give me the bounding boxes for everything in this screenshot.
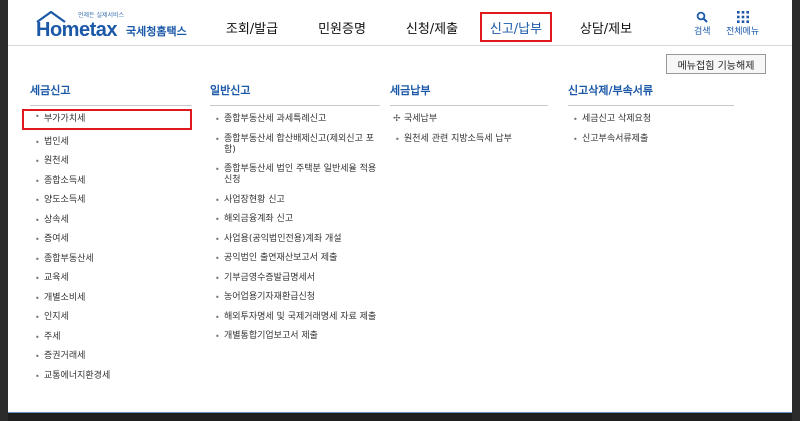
grid-menu-icon — [736, 10, 749, 24]
menu-item-vat[interactable]: • 부가가치세 — [22, 109, 192, 130]
mega-menu-panel: 언제든 실제서비스 Hometax 국세청홈택스 조회/발급 민원증명 신청/제… — [8, 0, 792, 413]
site-header: 언제든 실제서비스 Hometax 국세청홈택스 조회/발급 민원증명 신청/제… — [8, 0, 792, 46]
menu-item-local-income-tax-payment[interactable]: • 원천세 관련 지방소득세 납부 — [390, 134, 548, 145]
all-menu-button[interactable]: 전체메뉴 — [726, 10, 759, 37]
menu-item-stamp-tax[interactable]: • 인지세 — [30, 312, 192, 323]
menu-column-delete-attachments: 신고삭제/부속서류 • 세금신고 삭제요청 • 신고부속서류제출 — [568, 82, 734, 153]
nav-item-consultation[interactable]: 상담/제보 — [568, 14, 644, 40]
menu-item-integrated-company-report[interactable]: • 개별통합기업보고서 제출 — [210, 331, 380, 342]
menu-item-national-tax-payment[interactable]: ✢ 국세납부 — [390, 114, 548, 125]
menu-item-energy-tax[interactable]: • 교통에너지환경세 — [30, 371, 192, 382]
menu-item-business-account-opening[interactable]: • 사업용(공익법인전용)계좌 개설 — [210, 234, 380, 245]
menu-item-overseas-investment-submission[interactable]: • 해외투자명세 및 국제거래명세 자료 제출 — [210, 312, 380, 323]
menu-item-capital-gains-tax[interactable]: • 양도소득세 — [30, 195, 192, 206]
menu-item-agri-equipment-refund[interactable]: • 농어업용기자재환급신청 — [210, 292, 380, 303]
menu-item-education-tax[interactable]: • 교육세 — [30, 273, 192, 284]
menu-item-excise-tax[interactable]: • 개별소비세 — [30, 293, 192, 304]
window-border-left — [0, 0, 8, 421]
search-label: 검색 — [694, 27, 711, 37]
logo-brand-text: Hometax — [36, 19, 117, 41]
nav-item-filing-payment[interactable]: 신고/납부 — [480, 12, 552, 42]
menu-item-property-exclusion-filing[interactable]: • 종합부동산세 합산배제신고(제외신고 포함) — [210, 134, 380, 156]
menu-column-tax-filing: 세금신고 • 부가가치세 • 법인세 • 원천세 • 종합소득세 • 양도소득세 • 상속세… — [22, 82, 192, 390]
search-button[interactable]: 검색 — [694, 10, 711, 37]
menu-item-overseas-account-report[interactable]: • 해외금융계좌 신고 — [210, 214, 380, 225]
menu-item-liquor-tax[interactable]: • 주세 — [30, 332, 192, 343]
menu-column-tax-payment: 세금납부 ✢ 국세납부 • 원천세 관련 지방소득세 납부 — [390, 82, 548, 153]
nav-item-certificates[interactable]: 민원증명 — [304, 14, 380, 40]
column-title: 신고삭제/부속서류 — [568, 82, 734, 106]
nav-item-application[interactable]: 신청/제출 — [394, 14, 470, 40]
menu-item-delete-request[interactable]: • 세금신고 삭제요청 — [568, 114, 734, 125]
menu-item-business-status-report[interactable]: • 사업장현황 신고 — [210, 195, 380, 206]
menu-column-general-filing: 일반신고 • 종합부동산세 과세특례신고 • 종합부동산세 합산배제신고(제외신고 … — [210, 82, 380, 351]
menu-item-income-tax[interactable]: • 종합소득세 — [30, 176, 192, 187]
window-border-bottom — [8, 412, 792, 421]
column-title: 일반신고 — [210, 82, 380, 106]
column-title: 세금납부 — [390, 82, 548, 106]
menu-item-attachment-submission[interactable]: • 신고부속서류제출 — [568, 134, 734, 145]
expand-plus-icon: ✢ — [393, 114, 401, 124]
menu-item-property-corporate-rate[interactable]: • 종합부동산세 법인 주택분 일반세율 적용 신청 — [210, 164, 380, 186]
menu-item-donation-receipt-statement[interactable]: • 기부금영수증발급명세서 — [210, 273, 380, 284]
menu-fold-toggle-button[interactable]: 메뉴접힘 기능해제 — [666, 54, 766, 74]
menu-item-corporate-tax[interactable]: • 법인세 — [30, 137, 192, 148]
menu-item-withholding-tax[interactable]: • 원천세 — [30, 156, 192, 167]
logo-korean-name: 국세청홈택스 — [126, 25, 187, 38]
menu-item-public-interest-report[interactable]: • 공익법인 출연재산보고서 제출 — [210, 253, 380, 264]
menu-item-property-special-filing[interactable]: • 종합부동산세 과세특례신고 — [210, 114, 380, 125]
logo-tagline: 언제든 실제서비스 — [78, 12, 125, 19]
all-menu-label: 전체메뉴 — [726, 27, 760, 37]
menu-item-property-tax[interactable]: • 종합부동산세 — [30, 254, 192, 265]
column-title: 세금신고 — [30, 82, 192, 106]
search-icon — [696, 10, 708, 24]
menu-item-gift-tax[interactable]: • 증여세 — [30, 234, 192, 245]
nav-item-inquiry[interactable]: 조회/발급 — [214, 14, 290, 40]
menu-item-securities-tax[interactable]: • 증권거래세 — [30, 351, 192, 362]
menu-item-inheritance-tax[interactable]: • 상속세 — [30, 215, 192, 226]
hometax-logo[interactable]: 언제든 실제서비스 Hometax 국세청홈택스 — [30, 10, 187, 41]
